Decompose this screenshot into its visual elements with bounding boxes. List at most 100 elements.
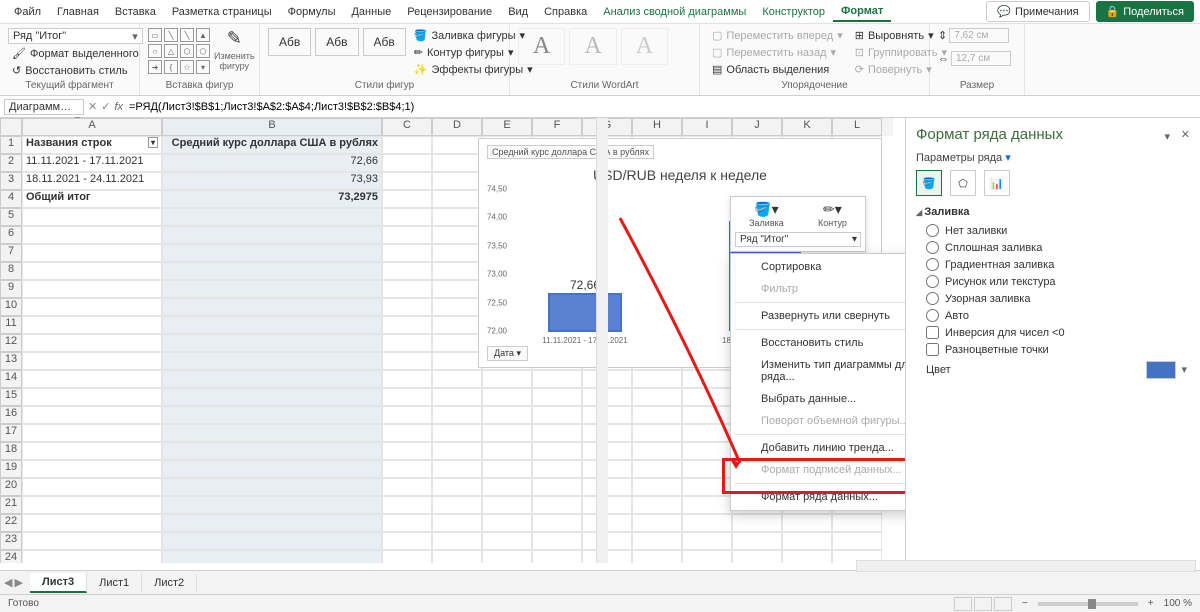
cell[interactable]	[682, 370, 732, 388]
cell[interactable]	[22, 226, 162, 244]
fill-radio[interactable]: Авто	[916, 307, 1190, 324]
cell[interactable]	[432, 280, 482, 298]
row-header[interactable]: 9	[0, 280, 22, 298]
height-input[interactable]: 7,62 см	[949, 28, 1009, 43]
chart-bar[interactable]: 72,66	[549, 294, 621, 331]
cell[interactable]: Названия строк ▾	[22, 136, 162, 154]
fx-icon[interactable]: fx	[114, 101, 123, 113]
cell[interactable]	[382, 334, 432, 352]
cell[interactable]	[22, 280, 162, 298]
color-picker[interactable]	[1146, 361, 1176, 379]
col-header[interactable]: E	[482, 118, 532, 136]
format-selection-button[interactable]: 🖌Формат выделенного	[8, 46, 143, 61]
cell[interactable]	[382, 316, 432, 334]
pane-close-icon[interactable]: ✕	[1181, 128, 1190, 141]
cell[interactable]	[482, 442, 532, 460]
cell[interactable]	[532, 514, 582, 532]
row-header[interactable]: 8	[0, 262, 22, 280]
cell[interactable]	[22, 208, 162, 226]
cell[interactable]	[162, 442, 382, 460]
row-header[interactable]: 22	[0, 514, 22, 532]
cell[interactable]	[632, 370, 682, 388]
style-preset[interactable]: Абв	[268, 28, 311, 56]
cell[interactable]	[382, 190, 432, 208]
cell[interactable]: 73,2975	[162, 190, 382, 208]
vertical-scrollbar[interactable]	[596, 118, 608, 563]
pane-tab-fill-icon[interactable]: 🪣	[916, 170, 942, 196]
cell[interactable]	[382, 478, 432, 496]
view-pagelayout-icon[interactable]	[974, 597, 992, 611]
col-header[interactable]: B	[162, 118, 382, 136]
row-header[interactable]: 19	[0, 460, 22, 478]
ctx-item[interactable]: Развернуть или свернуть›	[731, 305, 905, 327]
cell[interactable]: Общий итог	[22, 190, 162, 208]
col-header[interactable]: A	[22, 118, 162, 136]
wordart-preset[interactable]: A	[518, 28, 565, 65]
ctx-item[interactable]: Изменить тип диаграммы для ряда...	[731, 354, 905, 388]
cell[interactable]	[482, 496, 532, 514]
cell[interactable]	[482, 424, 532, 442]
cell[interactable]	[832, 532, 882, 550]
cell[interactable]	[432, 262, 482, 280]
pane-tab-series-icon[interactable]: 📊	[984, 170, 1010, 196]
edit-shape-icon[interactable]: ✎	[214, 28, 255, 49]
ctx-item[interactable]: Выбрать данные...	[731, 388, 905, 410]
sheet-tab[interactable]: Лист2	[142, 574, 197, 592]
col-header[interactable]: F	[532, 118, 582, 136]
cell[interactable]	[382, 514, 432, 532]
cell[interactable]	[632, 388, 682, 406]
pane-subtitle[interactable]: Параметры ряда ▾	[916, 151, 1190, 164]
cell[interactable]	[22, 298, 162, 316]
cell[interactable]	[382, 550, 432, 563]
row-header[interactable]: 12	[0, 334, 22, 352]
cell[interactable]	[162, 478, 382, 496]
cell[interactable]	[162, 550, 382, 563]
cell[interactable]	[482, 532, 532, 550]
cell[interactable]: Средний курс доллара США в рублях	[162, 136, 382, 154]
row-header[interactable]: 15	[0, 388, 22, 406]
cell[interactable]	[532, 460, 582, 478]
menu-data[interactable]: Данные	[343, 3, 399, 21]
cell[interactable]	[432, 316, 482, 334]
cell[interactable]	[532, 370, 582, 388]
cell[interactable]	[22, 406, 162, 424]
ctx-item[interactable]: Восстановить стиль	[731, 332, 905, 354]
row-header[interactable]: 5	[0, 208, 22, 226]
formula-input[interactable]	[127, 99, 1196, 115]
bring-forward-button[interactable]: ▢Переместить вперед ▾	[708, 28, 847, 43]
cell[interactable]	[432, 514, 482, 532]
col-header[interactable]: D	[432, 118, 482, 136]
cell[interactable]	[22, 352, 162, 370]
cell[interactable]	[382, 370, 432, 388]
cell[interactable]	[732, 532, 782, 550]
menu-help[interactable]: Справка	[536, 3, 595, 21]
style-preset[interactable]: Абв	[363, 28, 406, 56]
cell[interactable]	[632, 532, 682, 550]
cell[interactable]	[432, 478, 482, 496]
cell[interactable]	[432, 334, 482, 352]
cell[interactable]	[482, 514, 532, 532]
send-backward-button[interactable]: ▢Переместить назад ▾	[708, 45, 847, 60]
chart-title[interactable]: USD/RUB неделя к неделе	[479, 167, 881, 183]
menu-home[interactable]: Главная	[49, 3, 107, 21]
cell[interactable]	[22, 334, 162, 352]
cell[interactable]	[532, 388, 582, 406]
cell[interactable]	[162, 532, 382, 550]
selection-dropdown[interactable]: Ряд "Итог"	[8, 28, 143, 44]
enter-icon[interactable]: ✓	[101, 100, 110, 113]
cell[interactable]	[682, 460, 732, 478]
cell[interactable]	[532, 424, 582, 442]
cell[interactable]	[22, 316, 162, 334]
fill-radio[interactable]: Рисунок или текстура	[916, 273, 1190, 290]
cell[interactable]	[432, 244, 482, 262]
cell[interactable]	[432, 208, 482, 226]
wordart-preset[interactable]: A	[569, 28, 616, 65]
horizontal-scrollbar[interactable]	[856, 560, 1196, 572]
cell[interactable]	[162, 208, 382, 226]
cell[interactable]	[162, 352, 382, 370]
cell[interactable]	[432, 352, 482, 370]
cell[interactable]	[382, 460, 432, 478]
chart-date-filter[interactable]: Дата ▾	[487, 346, 528, 361]
menu-pagelayout[interactable]: Разметка страницы	[164, 3, 280, 21]
row-header[interactable]: 23	[0, 532, 22, 550]
